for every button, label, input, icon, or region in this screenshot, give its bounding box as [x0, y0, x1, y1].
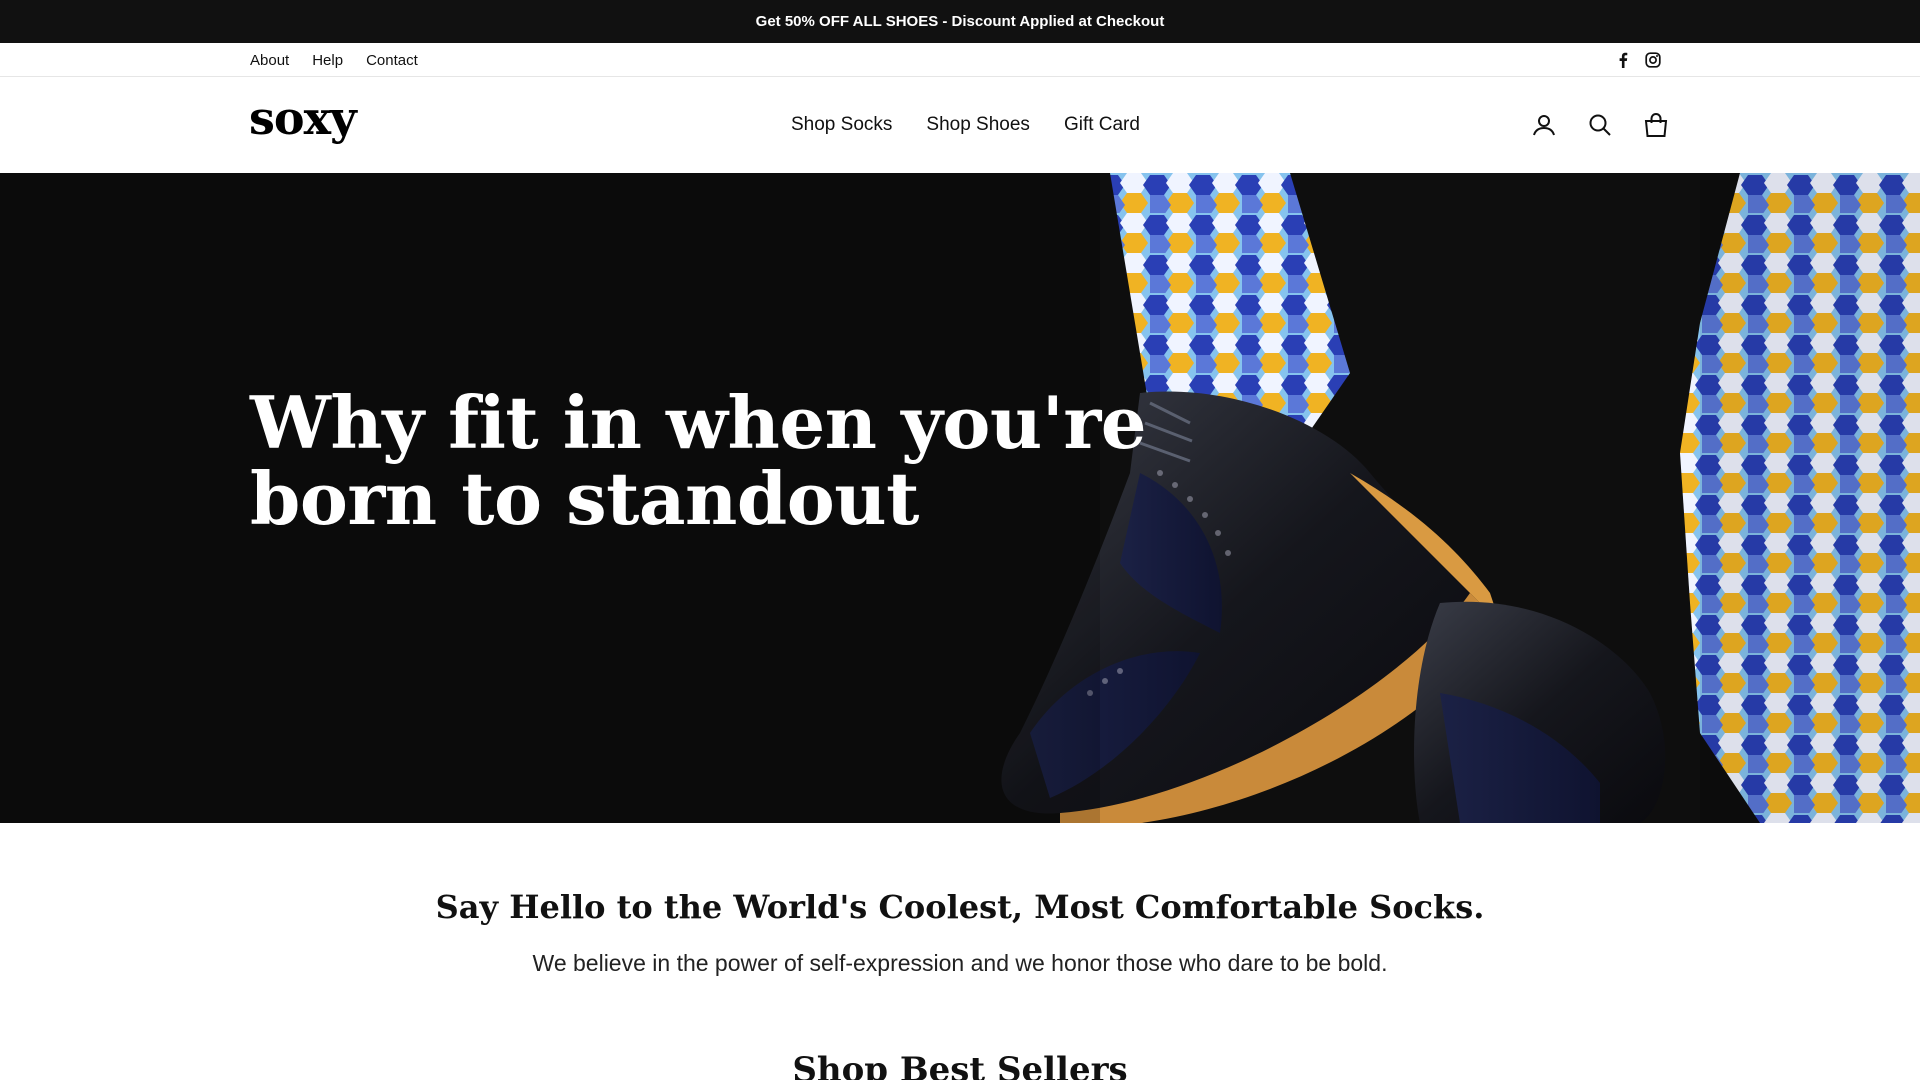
hero-title-line-2: born to standout	[250, 456, 919, 541]
announcement-text: Get 50% OFF ALL SHOES - Discount Applied…	[755, 13, 1165, 30]
intro-text: We believe in the power of self-expressi…	[532, 950, 1388, 976]
social-links	[1614, 43, 1674, 77]
nav-shop-socks[interactable]: Shop Socks	[791, 114, 892, 136]
announcement-bar: Get 50% OFF ALL SHOES - Discount Applied…	[0, 0, 1920, 43]
soxy-logo[interactable]: soxy	[249, 91, 357, 145]
account-icon[interactable]	[1530, 111, 1558, 139]
nav-gift-card[interactable]: Gift Card	[1064, 114, 1140, 136]
help-link[interactable]: Help	[312, 52, 343, 69]
best-sellers-heading: Shop Best Sellers	[792, 1050, 1128, 1080]
utility-bar: About Help Contact	[0, 43, 1920, 77]
instagram-icon[interactable]	[1644, 51, 1662, 69]
intro-heading: Say Hello to the World's Coolest, Most C…	[435, 888, 1485, 926]
main-nav: Shop Socks Shop Shoes Gift Card	[774, 77, 1157, 173]
hero-title: Why fit in when you're born to standout	[250, 385, 1150, 537]
about-link[interactable]: About	[250, 52, 289, 69]
header-icons	[1530, 77, 1698, 173]
site-header: soxy Shop Socks Shop Shoes Gift Card	[0, 77, 1920, 173]
cart-icon[interactable]	[1642, 111, 1670, 139]
search-icon[interactable]	[1586, 111, 1614, 139]
facebook-icon[interactable]	[1614, 51, 1632, 69]
contact-link[interactable]: Contact	[366, 52, 418, 69]
utility-links: About Help Contact	[250, 43, 441, 77]
hero-banner[interactable]: Why fit in when you're born to standout	[0, 173, 1920, 823]
nav-shop-shoes[interactable]: Shop Shoes	[926, 114, 1030, 136]
hero-title-line-1: Why fit in when you're	[250, 380, 1147, 465]
